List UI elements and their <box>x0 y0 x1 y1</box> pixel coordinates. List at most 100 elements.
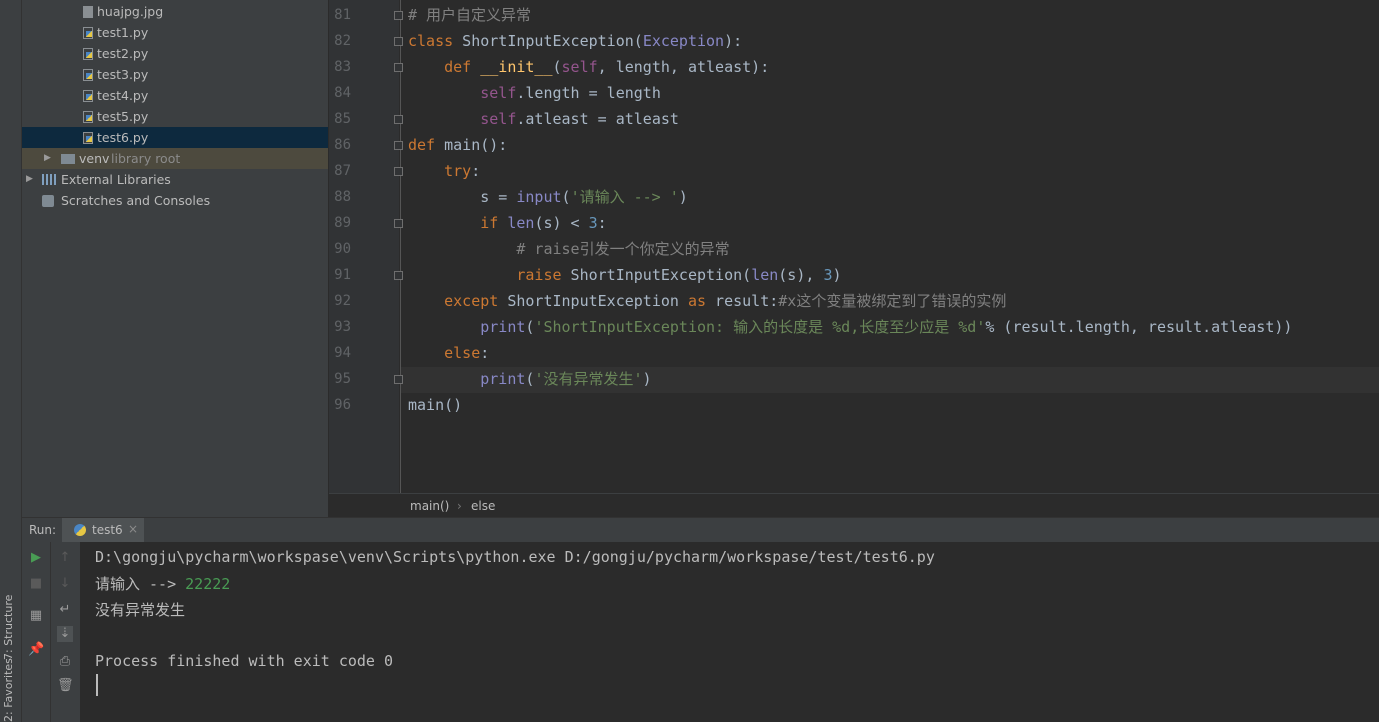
tree-item-huajpg[interactable]: huajpg.jpg <box>22 1 328 22</box>
tree-item-venv[interactable]: ▶ venv library root <box>22 148 328 169</box>
python-icon <box>74 524 86 536</box>
tree-item-test2[interactable]: test2.py <box>22 43 328 64</box>
arrow-down-icon[interactable]: ↓ <box>57 576 73 592</box>
arrow-up-icon[interactable]: ↑ <box>57 550 73 566</box>
python-file-icon <box>83 90 93 102</box>
tree-item-test1[interactable]: test1.py <box>22 22 328 43</box>
code-line: # 用户自定义异常 <box>408 6 532 24</box>
expand-arrow-icon[interactable]: ▶ <box>26 169 33 190</box>
scroll-to-end-icon[interactable]: ⇣ <box>57 626 73 642</box>
tree-item-label: Scratches and Consoles <box>61 193 211 208</box>
python-file-icon <box>83 132 93 144</box>
left-tool-strip: 7: Structure 2: Favorites <box>0 0 22 722</box>
tree-item-label: test2.py <box>97 46 149 61</box>
fold-marker-icon[interactable] <box>394 271 403 280</box>
scratches-icon <box>42 195 54 207</box>
line-number: 87 <box>334 163 351 179</box>
line-number: 91 <box>334 267 351 283</box>
favorites-tool-tab[interactable]: 2: Favorites <box>2 658 15 722</box>
tree-item-label: test6.py <box>97 130 149 145</box>
line-number: 95 <box>334 371 351 387</box>
tree-item-external-libraries[interactable]: ▶ External Libraries <box>22 169 328 190</box>
tree-item-test3[interactable]: test3.py <box>22 64 328 85</box>
close-icon[interactable]: × <box>128 522 138 536</box>
tree-item-label: huajpg.jpg <box>97 4 164 19</box>
line-number: 96 <box>334 397 351 413</box>
code-editor[interactable]: 81 82 83 84 85 86 87 88 89 90 91 92 93 94 95 96 # 用户自定义… <box>329 0 1379 518</box>
tree-item-label: External Libraries <box>61 172 171 187</box>
line-number: 89 <box>334 215 351 231</box>
line-number: 92 <box>334 293 351 309</box>
run-console[interactable]: D:\gongju\pycharm\workspase\venv\Scripts… <box>80 542 1379 722</box>
fold-marker-icon[interactable] <box>394 141 403 150</box>
fold-marker-icon[interactable] <box>394 219 403 228</box>
run-label: Run: <box>29 523 57 537</box>
code-line: try: <box>444 162 481 180</box>
line-number: 81 <box>334 7 351 23</box>
tree-item-label: test5.py <box>97 109 149 124</box>
layout-icon[interactable]: ▦ <box>28 608 44 624</box>
code-line: def main(): <box>408 136 508 154</box>
run-tab-label: test6 <box>92 523 123 537</box>
code-line: self.atleast = atleast <box>480 110 679 128</box>
fold-marker-icon[interactable] <box>394 63 403 72</box>
tree-item-test6[interactable]: test6.py <box>22 127 328 148</box>
soft-wrap-icon[interactable]: ↵ <box>57 602 73 618</box>
code-line: self.length = length <box>480 84 661 102</box>
run-toolbar-primary: ▶ ■ ▦ 📌 <box>22 542 50 722</box>
line-number: 86 <box>334 137 351 153</box>
console-finished: Process finished with exit code 0 <box>95 652 394 670</box>
tree-item-test5[interactable]: test5.py <box>22 106 328 127</box>
project-tree: huajpg.jpg test1.py test2.py test3.py te… <box>22 0 328 517</box>
line-number: 88 <box>334 189 351 205</box>
fold-marker-icon[interactable] <box>394 115 403 124</box>
structure-tool-tab[interactable]: 7: Structure <box>2 595 15 660</box>
tree-item-test4[interactable]: test4.py <box>22 85 328 106</box>
breadcrumb-item[interactable]: else <box>471 499 495 513</box>
fold-marker-icon[interactable] <box>394 167 403 176</box>
python-file-icon <box>83 48 93 60</box>
run-panel-header: Run: test6 × <box>22 517 1379 543</box>
fold-marker-icon[interactable] <box>394 11 403 20</box>
breadcrumb-separator: › <box>457 499 462 513</box>
code-line: print('没有异常发生') <box>480 370 652 388</box>
gutter-separator <box>400 0 401 493</box>
line-number: 85 <box>334 111 351 127</box>
code-line: except ShortInputException as result:#x这… <box>444 292 1007 310</box>
breadcrumb-item[interactable]: main() <box>410 499 449 513</box>
code-line: def __init__(self, length, atleast): <box>444 58 770 76</box>
console-caret <box>96 674 98 696</box>
line-number: 83 <box>334 59 351 75</box>
run-tab-test6[interactable]: test6 × <box>62 518 144 543</box>
code-line: class ShortInputException(Exception): <box>408 32 743 50</box>
trash-icon[interactable]: 🗑 <box>57 678 74 694</box>
print-icon[interactable]: ⎙ <box>57 654 73 670</box>
tree-item-label: test4.py <box>97 88 149 103</box>
code-line: main() <box>408 396 463 414</box>
code-line: else: <box>444 344 490 362</box>
tree-item-label: test3.py <box>97 67 149 82</box>
line-number: 93 <box>334 319 351 335</box>
python-file-icon <box>83 111 93 123</box>
line-number: 90 <box>334 241 351 257</box>
line-number: 82 <box>334 33 351 49</box>
image-file-icon <box>83 6 93 18</box>
tree-item-label: test1.py <box>97 25 149 40</box>
pin-icon[interactable]: 📌 <box>28 642 44 658</box>
code-line: if len(s) < 3: <box>480 214 607 232</box>
code-line: print('ShortInputException: 输入的长度是 %d,长度… <box>480 318 1293 336</box>
console-output: 没有异常发生 <box>95 601 186 619</box>
python-file-icon <box>83 69 93 81</box>
console-user-input: 22222 <box>185 575 231 593</box>
folder-icon <box>61 154 75 164</box>
tree-item-scratches[interactable]: Scratches and Consoles <box>22 190 328 211</box>
expand-arrow-icon[interactable]: ▶ <box>44 148 51 169</box>
fold-marker-icon[interactable] <box>394 375 403 384</box>
fold-marker-icon[interactable] <box>394 37 403 46</box>
code-line: raise ShortInputException(len(s), 3) <box>516 266 842 284</box>
python-file-icon <box>83 27 93 39</box>
stop-icon[interactable]: ■ <box>28 576 44 592</box>
breadcrumb: main() › else <box>329 493 1379 518</box>
rerun-icon[interactable]: ▶ <box>28 550 44 566</box>
line-number: 94 <box>334 345 351 361</box>
